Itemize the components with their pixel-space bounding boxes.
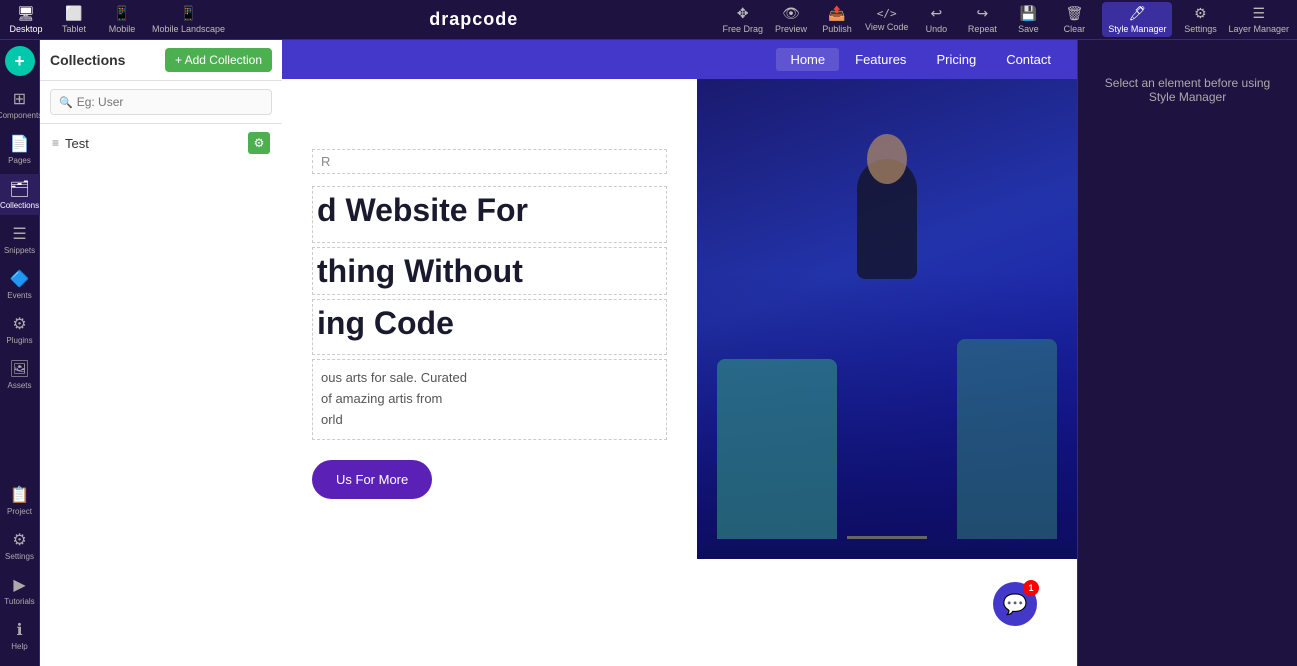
sidebar-item-events[interactable]: 🔷 Events <box>2 264 38 305</box>
toolbar-center: drapcode <box>241 9 706 30</box>
nav-item-home[interactable]: Home <box>776 48 839 71</box>
free-drag-icon: ✥ <box>737 5 749 22</box>
sidebar-item-pages[interactable]: 📄 Pages <box>2 129 38 170</box>
toolbar-clear[interactable]: 🗑 Clear <box>1056 5 1092 34</box>
add-collection-button[interactable]: + Add Collection <box>165 48 272 72</box>
settings2-icon: ⚙ <box>12 530 26 550</box>
nav-item-contact[interactable]: Contact <box>992 48 1065 71</box>
sidebar-item-settings[interactable]: ⚙ Settings <box>1 525 38 566</box>
collections-title: Collections <box>50 52 125 68</box>
mobile-icon: 📱 <box>113 5 130 22</box>
main-body: + ⊞ Components 📄 Pages 🗂 Collections ☰ S… <box>0 40 1297 666</box>
repeat-icon: ↪ <box>977 5 989 22</box>
undo-icon: ↩ <box>931 5 943 22</box>
toolbar-desktop[interactable]: 🖥 Desktop <box>8 5 44 34</box>
collection-item-icon: ≡ <box>52 136 59 150</box>
snippets-icon: ☰ <box>12 224 26 244</box>
toolbar-view-code[interactable]: </> View Code <box>865 7 908 32</box>
project-icon: 📋 <box>10 485 30 505</box>
search-bar: 🔍 <box>40 81 282 124</box>
canvas-area: Home Features Pricing Contact R d Websit… <box>282 40 1077 666</box>
mobile-landscape-icon: 📱 <box>180 5 197 22</box>
search-icon: 🔍 <box>59 96 73 109</box>
canvas-content: R d Website For thing Without ing Code o… <box>282 79 1077 666</box>
hero-title-2-highlight: Without <box>404 253 523 289</box>
toolbar-layer-manager[interactable]: ☰ Layer Manager <box>1228 5 1289 34</box>
hero-cta-button[interactable]: Us For More <box>312 460 432 499</box>
hero-subtitle: R <box>312 149 667 174</box>
save-icon: 💾 <box>1020 5 1037 22</box>
toolbar-free-drag[interactable]: ✥ Free Drag <box>723 5 764 34</box>
clear-icon: 🗑 <box>1066 5 1084 22</box>
nav-item-pricing[interactable]: Pricing <box>922 48 990 71</box>
hero-title-3: ing Code <box>317 304 662 342</box>
toolbar-preview[interactable]: 👁 Preview <box>773 5 809 34</box>
toolbar-save[interactable]: 💾 Save <box>1010 5 1046 34</box>
settings-icon: ⚙ <box>1194 5 1207 22</box>
toolbar-mobile-landscape[interactable]: 📱 Mobile Landscape <box>152 5 225 34</box>
help-icon: ℹ <box>16 620 22 640</box>
sidebar-bottom: 📋 Project ⚙ Settings ▶ Tutorials ℹ Help <box>0 480 38 660</box>
sidebar-item-assets[interactable]: 🖼 Assets <box>2 354 38 395</box>
preview-icon: 👁 <box>782 5 800 22</box>
collection-settings-button[interactable]: ⚙ <box>248 132 270 154</box>
toolbar-settings[interactable]: ⚙ Settings <box>1182 5 1218 34</box>
hero-title-line2: thing Without <box>312 247 667 295</box>
tablet-icon: ⬜ <box>65 5 82 22</box>
sidebar-item-project[interactable]: 📋 Project <box>1 480 37 521</box>
left-sidebar: + ⊞ Components 📄 Pages 🗂 Collections ☰ S… <box>0 40 40 666</box>
right-panel-message: Select an element before using Style Man… <box>1090 76 1285 104</box>
toolbar-left: 🖥 Desktop ⬜ Tablet 📱 Mobile 📱 Mobile Lan… <box>8 5 225 34</box>
right-panel: Select an element before using Style Man… <box>1077 40 1297 666</box>
toolbar-right: ✥ Free Drag 👁 Preview 📤 Publish </> View… <box>723 2 1289 37</box>
collections-panel: Collections + Add Collection 🔍 ≡ Test ⚙ <box>40 40 282 666</box>
hero-description: ous arts for sale. Curated of amazing ar… <box>312 359 667 439</box>
hero-title-2-plain: thing <box>317 253 404 289</box>
toolbar-undo[interactable]: ↩ Undo <box>918 5 954 34</box>
toolbar-style-manager[interactable]: 🖊 Style Manager <box>1102 2 1172 37</box>
toolbar-mobile[interactable]: 📱 Mobile <box>104 5 140 34</box>
canvas-inner: R d Website For thing Without ing Code o… <box>282 79 1077 666</box>
events-icon: 🔷 <box>10 269 30 289</box>
toolbar-tablet[interactable]: ⬜ Tablet <box>56 5 92 34</box>
plugins-icon: ⚙ <box>12 314 26 334</box>
desktop-icon: 🖥 <box>17 5 35 22</box>
preview-nav: Home Features Pricing Contact <box>282 40 1077 79</box>
hero-left: R d Website For thing Without ing Code o… <box>282 79 697 559</box>
sidebar-item-snippets[interactable]: ☰ Snippets <box>0 219 39 260</box>
toolbar: 🖥 Desktop ⬜ Tablet 📱 Mobile 📱 Mobile Lan… <box>0 0 1297 40</box>
collections-header: Collections + Add Collection <box>40 40 282 81</box>
style-manager-icon: 🖊 <box>1129 5 1147 22</box>
toolbar-publish[interactable]: 📤 Publish <box>819 5 855 34</box>
pages-icon: 📄 <box>10 134 30 154</box>
chat-badge: 1 <box>1023 580 1039 596</box>
assets-icon: 🖼 <box>9 359 29 379</box>
add-element-button[interactable]: + <box>5 46 35 76</box>
publish-icon: 📤 <box>828 5 845 22</box>
second-section <box>282 559 1077 666</box>
tutorials-icon: ▶ <box>13 575 25 595</box>
components-icon: ⊞ <box>13 89 26 109</box>
brand-name: drapcode <box>429 9 518 30</box>
sidebar-item-tutorials[interactable]: ▶ Tutorials <box>0 570 38 611</box>
sidebar-item-help[interactable]: ℹ Help <box>1 615 37 656</box>
sidebar-item-collections[interactable]: 🗂 Collections <box>0 174 43 215</box>
collection-item-test[interactable]: ≡ Test ⚙ <box>40 124 282 162</box>
collections-icon: 🗂 <box>9 179 29 199</box>
toolbar-repeat[interactable]: ↪ Repeat <box>964 5 1000 34</box>
hero-image <box>697 79 1077 559</box>
hero-title-line1: d Website For <box>312 186 667 242</box>
hero-section: R d Website For thing Without ing Code o… <box>282 79 1077 559</box>
chat-bubble-button[interactable]: 💬 1 <box>993 582 1037 626</box>
search-field-wrapper: 🔍 <box>50 89 272 115</box>
hero-title-line3: ing Code <box>312 299 667 355</box>
search-input[interactable] <box>77 95 263 109</box>
sidebar-item-plugins[interactable]: ⚙ Plugins <box>2 309 38 350</box>
collection-item-test-left: ≡ Test <box>52 136 89 151</box>
layer-manager-icon: ☰ <box>1252 5 1265 22</box>
nav-item-features[interactable]: Features <box>841 48 920 71</box>
view-code-icon: </> <box>877 7 897 20</box>
hero-title-1: d Website For <box>317 191 662 229</box>
